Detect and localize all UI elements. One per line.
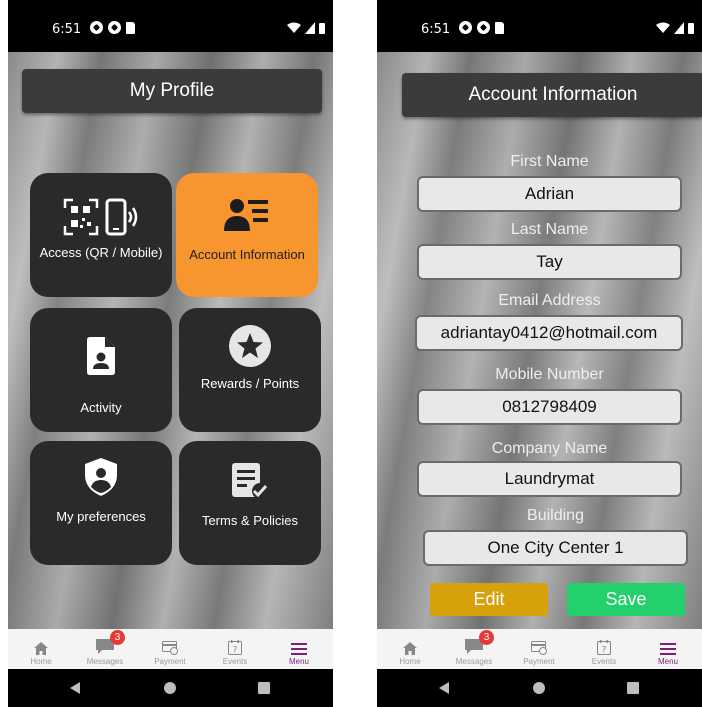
home-circle-icon[interactable] xyxy=(533,682,545,694)
tile-label: Terms & Policies xyxy=(201,513,299,528)
email-label: Email Address xyxy=(498,292,601,309)
nav-payment[interactable]: Payment xyxy=(508,629,570,669)
calendar-question-icon: ? xyxy=(228,640,242,655)
nav-label: Menu xyxy=(657,657,678,666)
calendar-question-icon: ? xyxy=(597,640,611,655)
tile-label: Access (QR / Mobile) xyxy=(39,245,163,260)
tile-label: Activity xyxy=(80,400,122,415)
qr-phone-icon xyxy=(63,195,139,239)
sd-card-icon xyxy=(495,21,504,34)
wifi-icon xyxy=(656,22,670,33)
menu-icon xyxy=(660,643,676,655)
nav-payment[interactable]: Payment xyxy=(139,629,201,669)
profile-card-icon xyxy=(224,193,270,237)
home-circle-icon[interactable] xyxy=(164,682,176,694)
nav-label: Menu xyxy=(288,657,309,666)
nav-label: Home xyxy=(30,657,52,666)
page-title: My Profile xyxy=(22,69,322,113)
mobile-number-field[interactable] xyxy=(417,389,682,425)
company-name-field[interactable] xyxy=(417,461,682,497)
first-name-field[interactable] xyxy=(417,176,682,212)
page-title: Account Information xyxy=(402,73,702,117)
last-name-field[interactable] xyxy=(417,244,682,280)
user-shield-icon xyxy=(84,455,118,499)
notification-icon xyxy=(459,21,472,34)
tile-account-information[interactable]: Account Information xyxy=(176,173,318,297)
star-circle-icon xyxy=(228,324,272,368)
signal-icon xyxy=(674,22,684,34)
status-bar: 6:51 xyxy=(377,0,702,52)
system-nav xyxy=(377,669,702,707)
first-name-label: First Name xyxy=(510,153,589,170)
status-time: 6:51 xyxy=(52,22,82,37)
home-icon xyxy=(403,642,417,655)
nav-events[interactable]: ? Events xyxy=(204,629,266,669)
nav-messages[interactable]: 3 Messages xyxy=(443,629,505,669)
svg-text:?: ? xyxy=(233,646,238,656)
tile-terms-policies[interactable]: Terms & Policies xyxy=(179,441,321,565)
menu-icon xyxy=(291,643,307,655)
notification-icon xyxy=(108,21,121,34)
payment-icon xyxy=(531,641,547,655)
nav-home[interactable]: Home xyxy=(379,629,441,669)
payment-icon xyxy=(162,641,178,655)
status-bar: 6:51 xyxy=(8,0,333,52)
notification-icon xyxy=(477,21,490,34)
bottom-nav: Home 3 Messages Payment ? Events Menu xyxy=(8,629,333,669)
tile-activity[interactable]: Activity xyxy=(30,308,172,432)
notification-icon xyxy=(90,21,103,34)
building-label: Building xyxy=(527,507,584,524)
wifi-icon xyxy=(287,22,301,33)
home-icon xyxy=(34,642,48,655)
nav-label: Events xyxy=(591,657,617,666)
back-icon[interactable] xyxy=(70,682,80,694)
status-time: 6:51 xyxy=(421,22,451,37)
nav-label: Messages xyxy=(455,657,493,666)
nav-label: Home xyxy=(399,657,421,666)
battery-icon xyxy=(688,23,694,34)
tile-label: My preferences xyxy=(56,509,146,524)
profile-content: My Profile Access (QR / Mobile) Account … xyxy=(8,52,333,629)
tile-my-preferences[interactable]: My preferences xyxy=(30,441,172,565)
tile-access[interactable]: Access (QR / Mobile) xyxy=(30,173,172,297)
tile-rewards-points[interactable]: Rewards / Points xyxy=(179,308,321,432)
message-count-badge: 3 xyxy=(110,630,125,645)
save-button[interactable]: Save xyxy=(567,583,685,616)
document-check-icon xyxy=(230,459,270,503)
status-right-icons xyxy=(656,22,694,34)
sd-card-icon xyxy=(126,21,135,34)
mobile-number-label: Mobile Number xyxy=(495,366,604,383)
tile-label: Rewards / Points xyxy=(200,376,300,391)
nav-label: Messages xyxy=(86,657,124,666)
svg-text:?: ? xyxy=(602,646,607,656)
notification-icons xyxy=(459,21,504,34)
email-field[interactable] xyxy=(415,315,683,351)
nav-menu[interactable]: Menu xyxy=(268,629,330,669)
message-count-badge: 3 xyxy=(479,630,494,645)
system-nav xyxy=(8,669,333,707)
status-right-icons xyxy=(287,22,325,34)
last-name-label: Last Name xyxy=(510,221,589,238)
building-field[interactable] xyxy=(423,530,688,566)
bottom-nav: Home 3 Messages Payment ? Events Menu xyxy=(377,629,702,669)
recents-icon[interactable] xyxy=(627,682,639,694)
tile-label: Account Information xyxy=(189,247,305,262)
recents-icon[interactable] xyxy=(258,682,270,694)
nav-label: Payment xyxy=(523,657,555,666)
battery-icon xyxy=(319,23,325,34)
profile-screen: 6:51 My Profile Access (QR / Mobile) Acc… xyxy=(8,0,333,707)
document-person-icon xyxy=(85,334,117,378)
notification-icons xyxy=(90,21,135,34)
edit-button[interactable]: Edit xyxy=(430,583,548,616)
nav-label: Events xyxy=(222,657,248,666)
nav-home[interactable]: Home xyxy=(10,629,72,669)
account-information-screen: 6:51 Account Information First Name Last… xyxy=(377,0,702,707)
back-icon[interactable] xyxy=(439,682,449,694)
signal-icon xyxy=(305,22,315,34)
nav-label: Payment xyxy=(154,657,186,666)
company-name-label: Company Name xyxy=(491,440,608,457)
nav-messages[interactable]: 3 Messages xyxy=(74,629,136,669)
nav-events[interactable]: ? Events xyxy=(573,629,635,669)
nav-menu[interactable]: Menu xyxy=(637,629,699,669)
